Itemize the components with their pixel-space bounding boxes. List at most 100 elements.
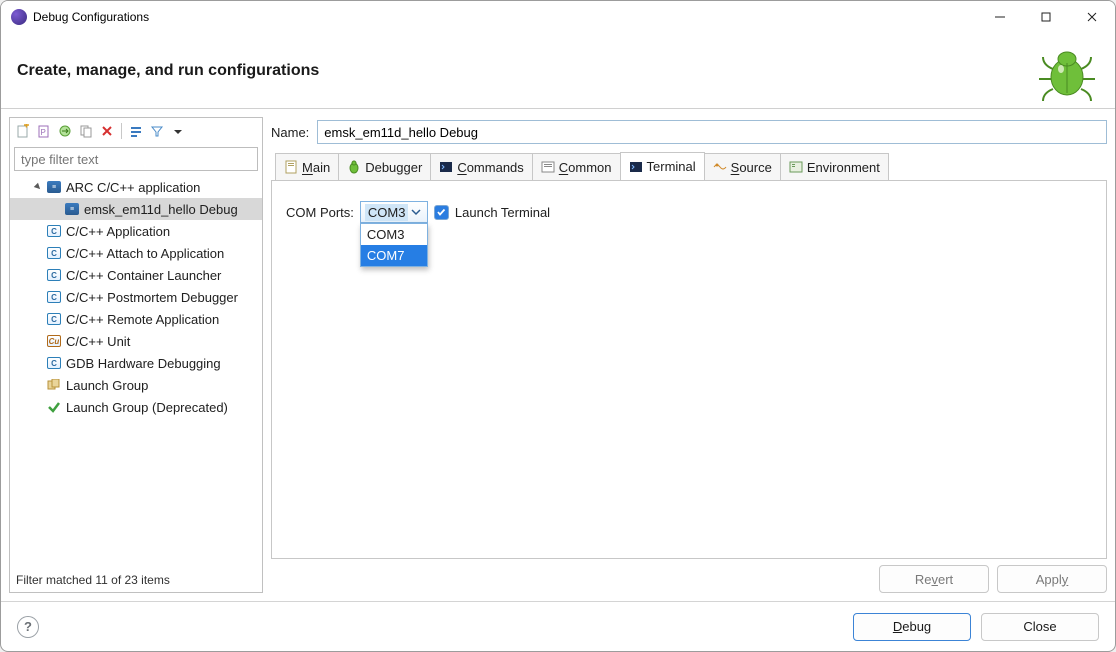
tree-item[interactable]: Cu C/C++ Unit bbox=[10, 330, 262, 352]
new-config-button[interactable] bbox=[14, 122, 32, 140]
maximize-button[interactable] bbox=[1023, 1, 1069, 33]
tree-item[interactable]: CC/C++ Postmortem Debugger bbox=[10, 286, 262, 308]
tab-source[interactable]: Source bbox=[704, 153, 781, 180]
tree-item-label: ARC C/C++ application bbox=[66, 180, 200, 195]
config-editor-pane: Name: Main Debugger Commands Common Terminal… bbox=[271, 117, 1107, 593]
tab-label: Common bbox=[559, 160, 612, 175]
arc-icon: ≡ bbox=[64, 201, 80, 217]
tree-item[interactable]: C C/C++ Application bbox=[10, 220, 262, 242]
c-app-icon: C bbox=[46, 311, 62, 327]
tab-commands[interactable]: Commands bbox=[430, 153, 532, 180]
filter-button[interactable] bbox=[148, 122, 166, 140]
header-band: Create, manage, and run configurations bbox=[1, 33, 1115, 109]
duplicate-button[interactable] bbox=[77, 122, 95, 140]
tree-item[interactable]: Launch Group (Deprecated) bbox=[10, 396, 262, 418]
cunit-icon: Cu bbox=[46, 333, 62, 349]
apply-revert-row: Revert Apply bbox=[271, 559, 1107, 593]
launch-terminal-label: Launch Terminal bbox=[455, 205, 550, 220]
name-label: Name: bbox=[271, 125, 309, 140]
tab-label: Debugger bbox=[365, 160, 422, 175]
terminal-tab-panel: COM Ports: COM3 COM3COM7 Launch Terminal bbox=[271, 181, 1107, 559]
config-tree[interactable]: ≡ ARC C/C++ application ≡ emsk_em11d_hello … bbox=[10, 174, 262, 570]
com-port-row: COM Ports: COM3 COM3COM7 Launch Terminal bbox=[286, 201, 1092, 223]
tree-item[interactable]: C C/C++ Attach to Application bbox=[10, 242, 262, 264]
filter-input-wrap bbox=[14, 147, 258, 171]
tab-common[interactable]: Common bbox=[532, 153, 621, 180]
tree-caret-icon[interactable] bbox=[32, 291, 44, 303]
dialog-footer: ? Debug Close bbox=[1, 601, 1115, 651]
filter-input[interactable] bbox=[15, 148, 257, 170]
tree-item[interactable]: C C/C++ Remote Application bbox=[10, 308, 262, 330]
tree-item-label: C/C++ Postmortem Debugger bbox=[66, 290, 238, 305]
delete-button[interactable] bbox=[98, 122, 116, 140]
com-ports-display[interactable]: COM3 bbox=[360, 201, 428, 223]
tree-caret-icon[interactable] bbox=[32, 335, 44, 347]
arc-icon: ≡ bbox=[46, 179, 62, 195]
tab-main[interactable]: Main bbox=[275, 153, 339, 180]
tree-caret-icon[interactable] bbox=[32, 313, 44, 325]
chevron-down-icon[interactable] bbox=[408, 203, 422, 221]
tab-debugger[interactable]: Debugger bbox=[338, 153, 431, 180]
tabstrip: Main Debugger Commands Common Terminal Source… bbox=[271, 153, 1107, 181]
tab-label: Environment bbox=[807, 160, 880, 175]
tree-item-label: C/C++ Application bbox=[66, 224, 170, 239]
tree-item-label: Launch Group bbox=[66, 378, 148, 393]
c-app-icon: C bbox=[46, 245, 62, 261]
tree-item[interactable]: C C/C++ Container Launcher bbox=[10, 264, 262, 286]
tab-environment[interactable]: Environment bbox=[780, 153, 889, 180]
term-icon bbox=[439, 160, 453, 174]
tree-item-label: emsk_em11d_hello Debug bbox=[84, 202, 238, 217]
tree-item[interactable]: CGDB Hardware Debugging bbox=[10, 352, 262, 374]
c-app-icon: C bbox=[46, 223, 62, 239]
debug-button[interactable]: Debug bbox=[853, 613, 971, 641]
tree-caret-icon[interactable] bbox=[32, 181, 44, 193]
tree-item-label: C/C++ Unit bbox=[66, 334, 130, 349]
tree-item[interactable]: Launch Group bbox=[10, 374, 262, 396]
revert-button[interactable]: Revert bbox=[879, 565, 989, 593]
filter-status: Filter matched 11 of 23 items bbox=[10, 570, 262, 592]
tree-item-label: C/C++ Remote Application bbox=[66, 312, 219, 327]
tree-caret-icon[interactable] bbox=[32, 357, 44, 369]
help-icon[interactable]: ? bbox=[17, 616, 39, 638]
launch-group-deprecated-icon bbox=[46, 399, 62, 415]
debug-configurations-window: Debug Configurations Create, manage, and… bbox=[0, 0, 1116, 652]
export-button[interactable] bbox=[56, 122, 74, 140]
tree-item-label: C/C++ Container Launcher bbox=[66, 268, 221, 283]
eclipse-icon bbox=[11, 9, 27, 25]
tab-label: Source bbox=[731, 160, 772, 175]
com-ports-label: COM Ports: bbox=[286, 205, 354, 220]
collapse-all-button[interactable] bbox=[127, 122, 145, 140]
configurations-pane: P ≡ ARC C/C++ application ≡ emsk_em11d_hell… bbox=[9, 117, 263, 593]
tree-caret-icon[interactable] bbox=[32, 225, 44, 237]
tree-item-label: Launch Group (Deprecated) bbox=[66, 400, 228, 415]
com-ports-selected: COM3 bbox=[365, 204, 409, 221]
tree-item[interactable]: ≡ ARC C/C++ application bbox=[10, 176, 262, 198]
combo-option[interactable]: COM3 bbox=[361, 224, 427, 245]
combo-option[interactable]: COM7 bbox=[361, 245, 427, 266]
name-row: Name: bbox=[271, 117, 1107, 147]
tree-caret-icon[interactable] bbox=[32, 401, 44, 413]
close-window-button[interactable] bbox=[1069, 1, 1115, 33]
tab-terminal[interactable]: Terminal bbox=[620, 152, 705, 180]
c-app-icon: C bbox=[46, 267, 62, 283]
bug-icon bbox=[347, 160, 361, 174]
c-app-icon: C bbox=[46, 355, 62, 371]
main-icon bbox=[284, 160, 298, 174]
minimize-button[interactable] bbox=[977, 1, 1023, 33]
tree-item[interactable]: ≡ emsk_em11d_hello Debug bbox=[10, 198, 262, 220]
left-toolbar: P bbox=[10, 118, 262, 144]
new-proto-button[interactable]: P bbox=[35, 122, 53, 140]
tree-caret-icon[interactable] bbox=[32, 379, 44, 391]
com-ports-combo[interactable]: COM3 COM3COM7 bbox=[360, 201, 428, 223]
launch-group-icon bbox=[46, 377, 62, 393]
toolbar-menu-button[interactable] bbox=[169, 122, 187, 140]
name-input[interactable] bbox=[317, 120, 1107, 144]
tree-caret-icon[interactable] bbox=[32, 247, 44, 259]
tree-caret-icon[interactable] bbox=[32, 269, 44, 281]
close-button[interactable]: Close bbox=[981, 613, 1099, 641]
toolbar-separator bbox=[121, 123, 122, 139]
tree-item-label: C/C++ Attach to Application bbox=[66, 246, 224, 261]
apply-button[interactable]: Apply bbox=[997, 565, 1107, 593]
launch-terminal-checkbox[interactable] bbox=[434, 205, 449, 220]
env-icon bbox=[789, 160, 803, 174]
